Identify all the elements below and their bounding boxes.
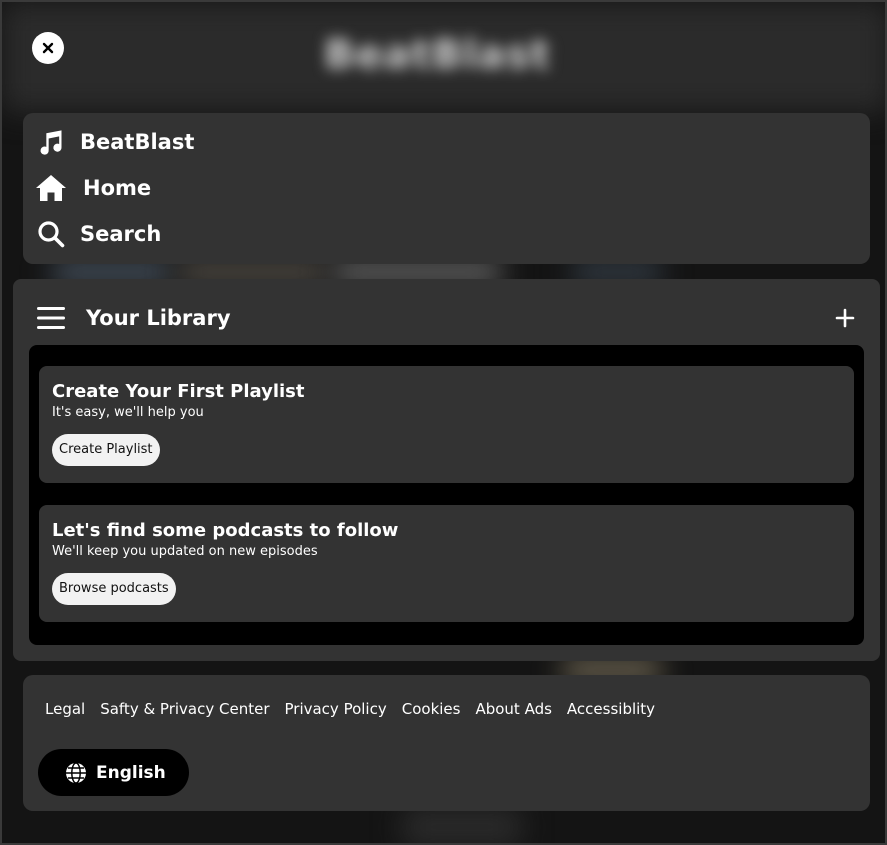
nav-item-search[interactable]: Search	[35, 218, 161, 250]
footer-link-privacy-policy[interactable]: Privacy Policy	[285, 700, 387, 718]
library-toggle[interactable]: Your Library	[37, 303, 231, 333]
nav-item-label: Search	[80, 222, 162, 246]
footer-link-safety-privacy-center[interactable]: Safty & Privacy Center	[100, 700, 269, 718]
globe-icon	[65, 761, 87, 784]
add-to-library-button[interactable]	[834, 307, 856, 329]
close-icon	[42, 42, 54, 54]
card-subtitle: It's easy, we'll help you	[52, 405, 204, 420]
library-content: Create Your First Playlist It's easy, we…	[29, 345, 864, 645]
footer-link-accessibility[interactable]: Accessiblity	[567, 700, 655, 718]
card-title: Let's find some podcasts to follow	[52, 520, 399, 541]
language-button[interactable]: English	[38, 749, 189, 796]
language-label: English	[96, 762, 166, 783]
footer-link-legal[interactable]: Legal	[45, 700, 85, 718]
footer: Legal Safty & Privacy Center Privacy Pol…	[23, 675, 870, 811]
create-playlist-button[interactable]: Create Playlist	[52, 434, 160, 466]
music-note-icon	[35, 126, 67, 158]
main-navigation: BeatBlast Home Search	[23, 113, 870, 264]
create-playlist-card: Create Your First Playlist It's easy, we…	[39, 366, 854, 483]
background-blur-region	[402, 807, 522, 843]
library-panel: Your Library Create Your First Playlist …	[13, 279, 880, 661]
library-menu-icon	[37, 303, 67, 333]
search-icon	[35, 218, 67, 250]
library-title: Your Library	[86, 306, 231, 330]
nav-item-label: BeatBlast	[80, 130, 195, 154]
plus-icon	[835, 308, 855, 328]
footer-link-cookies[interactable]: Cookies	[402, 700, 461, 718]
blurred-app-title: BeatBlast	[324, 32, 551, 78]
nav-item-label: Home	[83, 176, 152, 200]
home-icon	[35, 172, 67, 204]
browse-podcasts-card: Let's find some podcasts to follow We'll…	[39, 505, 854, 622]
close-button[interactable]	[32, 32, 64, 64]
footer-link-about-ads[interactable]: About Ads	[475, 700, 551, 718]
footer-links: Legal Safty & Privacy Center Privacy Pol…	[45, 700, 670, 718]
browse-podcasts-button[interactable]: Browse podcasts	[52, 573, 176, 605]
nav-item-home[interactable]: Home	[35, 172, 151, 204]
card-subtitle: We'll keep you updated on new episodes	[52, 544, 318, 559]
nav-item-brand[interactable]: BeatBlast	[35, 126, 194, 158]
card-title: Create Your First Playlist	[52, 381, 305, 402]
